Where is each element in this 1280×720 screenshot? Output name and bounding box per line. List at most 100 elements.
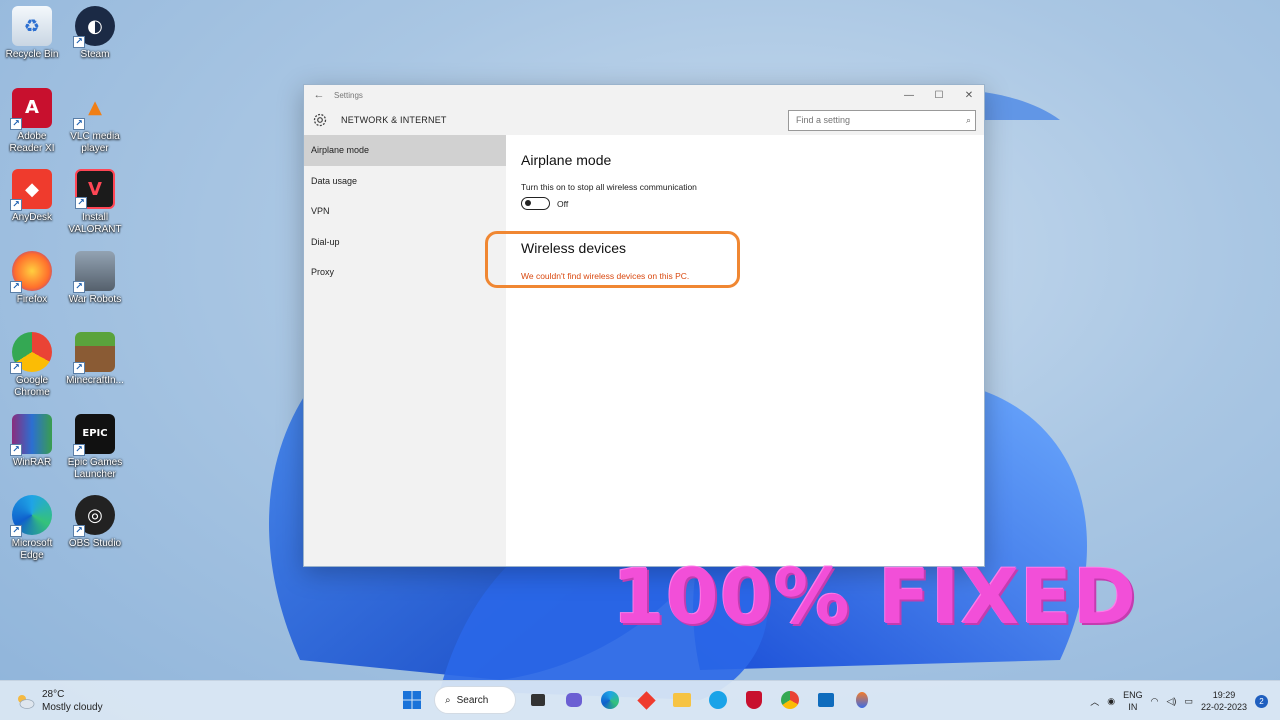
clock-date: 22-02-2023	[1200, 702, 1247, 712]
mcafee-taskbar-button[interactable]	[740, 686, 768, 714]
edge-icon	[601, 691, 619, 709]
shortcut-arrow-icon: ↗	[73, 443, 85, 456]
skype-taskbar-button[interactable]	[704, 686, 732, 714]
category-title: NETWORK & INTERNET	[341, 115, 447, 125]
shortcut-arrow-icon: ↗	[73, 36, 85, 48]
shortcut-arrow-icon: ↗	[75, 197, 87, 209]
firefox-icon: ↗	[10, 250, 52, 293]
mcafee-icon	[746, 691, 762, 709]
lang-code: ENG	[1123, 690, 1143, 700]
sidebar-item-data-usage[interactable]: Data usage	[304, 166, 506, 197]
chrome-taskbar-button[interactable]	[776, 686, 804, 714]
sidebar-item-proxy[interactable]: Proxy	[304, 257, 506, 288]
desktop-icon-edge[interactable]: ↗ Microsoft Edge	[0, 495, 64, 562]
sidebar-item-vpn[interactable]: VPN	[304, 196, 506, 227]
desktop-icon-obs[interactable]: ◎ ↗ OBS Studio	[63, 495, 127, 550]
gear-icon	[310, 110, 330, 130]
desktop-icon-valorant[interactable]: V ↗ Install VALORANT	[63, 169, 127, 236]
edge-taskbar-button[interactable]	[596, 686, 624, 714]
desktop-icon-chrome[interactable]: ↗ Google Chrome	[0, 332, 64, 399]
search-icon[interactable]: ⌕	[966, 115, 971, 126]
defender-icon[interactable]: ◉	[1107, 696, 1115, 707]
winrar-icon: ↗	[10, 413, 52, 456]
vlc-icon: ▲ ↗	[73, 88, 115, 130]
shortcut-arrow-icon: ↗	[10, 280, 22, 293]
language-indicator[interactable]: ENG IN	[1123, 689, 1143, 713]
clock[interactable]: 19:29 22-02-2023	[1201, 689, 1247, 713]
desktop-icon-label: OBS Studio	[68, 538, 122, 549]
desktop-icon-label: Install VALORANT	[68, 212, 122, 235]
weather-temp: 28°C	[42, 688, 65, 700]
desktop-icon-label: War Robots	[68, 293, 122, 305]
explorer-taskbar-button[interactable]	[668, 686, 696, 714]
weather-widget[interactable]: 28°C Mostly cloudy	[14, 688, 103, 714]
war-robots-icon: ↗	[73, 250, 115, 293]
settings-header: NETWORK & INTERNET ⌕	[304, 105, 984, 135]
cloud-sun-icon	[14, 690, 36, 712]
desktop-icon-epic-games[interactable]: EPIC ↗ Epic Games Launcher	[63, 413, 127, 481]
desktop-icon-label: Google Chrome	[14, 375, 50, 398]
find-setting-search[interactable]: ⌕	[788, 109, 976, 131]
task-view-button[interactable]	[524, 686, 552, 714]
chevron-up-icon[interactable]: ︿	[1090, 695, 1099, 708]
chat-button[interactable]	[560, 686, 588, 714]
sidebar-item-airplane-mode[interactable]: Airplane mode	[304, 135, 506, 166]
shortcut-arrow-icon: ↗	[10, 443, 22, 456]
settings-content: Airplane mode Turn this on to stop all w…	[485, 135, 984, 566]
desktop-icon-label: Recycle Bin	[5, 49, 59, 60]
taskbar-search[interactable]: ⌕ Search	[434, 686, 516, 714]
desktop-icon-label: VLC media player	[70, 130, 120, 154]
system-tray: ︿ ◉ ENG IN ◠ ◁) ▭ 19:29 22-02-2023 2	[1090, 681, 1268, 720]
desktop-icon-label: Epic Games Launcher	[67, 456, 123, 480]
notification-badge[interactable]: 2	[1255, 694, 1268, 708]
maximize-icon[interactable]: ☐	[924, 90, 954, 101]
sidebar-item-dial-up[interactable]: Dial-up	[304, 227, 506, 258]
start-button[interactable]	[398, 686, 426, 714]
obs-icon: ◎ ↗	[73, 495, 115, 537]
airplane-mode-toggle[interactable]	[521, 197, 550, 210]
wireless-error-message: We couldn't find wireless devices on thi…	[521, 271, 690, 281]
shortcut-arrow-icon: ↗	[73, 117, 85, 130]
search-icon: ⌕	[445, 694, 451, 706]
shortcut-arrow-icon: ↗	[73, 362, 85, 374]
shortcut-arrow-icon: ↗	[10, 199, 22, 211]
close-icon[interactable]: ✕	[954, 90, 984, 101]
valorant-icon: V ↗	[75, 169, 115, 209]
desktop-icon-label: Firefox	[16, 293, 48, 305]
teams-chat-icon	[566, 693, 582, 707]
paint-taskbar-button[interactable]	[848, 686, 876, 714]
paint-drop-icon	[856, 692, 868, 708]
anydesk-taskbar-button[interactable]	[632, 686, 660, 714]
weather-desc: Mostly cloudy	[42, 701, 103, 713]
wifi-icon[interactable]: ◠	[1151, 696, 1159, 707]
desktop-icon-label: WinRAR	[12, 456, 52, 468]
desktop-icon-label: Steam	[80, 49, 110, 60]
shortcut-arrow-icon: ↗	[73, 525, 85, 537]
volume-icon[interactable]: ◁)	[1167, 696, 1177, 707]
desktop-icon-anydesk[interactable]: ◆ ↗ AnyDesk	[0, 169, 64, 224]
overlay-fixed-text: 100% FIXED	[612, 552, 1138, 641]
windows-logo-icon	[403, 691, 421, 709]
desktop-icon-minecraft[interactable]: ↗ MinecraftIn...	[63, 332, 127, 387]
recycle-bin-icon: ♻	[12, 6, 52, 46]
desktop-icon-adobe-reader[interactable]: A ↗ Adobe Reader XI	[0, 87, 64, 155]
store-taskbar-button[interactable]	[812, 686, 840, 714]
back-arrow-icon[interactable]: ←	[304, 89, 334, 101]
desktop-icon-steam[interactable]: ◐ ↗ Steam	[63, 6, 127, 61]
wireless-devices-section: Wireless devices We couldn't find wirele…	[521, 240, 969, 281]
title-bar: ← Settings — ☐ ✕	[304, 85, 984, 105]
steam-icon: ◐ ↗	[73, 6, 115, 48]
minimize-icon[interactable]: —	[894, 90, 924, 101]
clock-time: 19:29	[1212, 690, 1236, 700]
battery-icon[interactable]: ▭	[1184, 696, 1193, 707]
desktop-icon-vlc[interactable]: ▲ ↗ VLC media player	[63, 88, 127, 155]
desktop-icon-winrar[interactable]: ↗ WinRAR	[0, 413, 64, 469]
desktop-icon-label: Adobe Reader XI	[9, 130, 55, 154]
anydesk-icon: ◆ ↗	[10, 169, 52, 211]
desktop-icon-firefox[interactable]: ↗ Firefox	[0, 250, 64, 306]
window-title: Settings	[334, 90, 363, 100]
desktop-icon-recycle-bin[interactable]: ♻ Recycle Bin	[0, 6, 64, 61]
desktop-icon-war-robots[interactable]: ↗ War Robots	[63, 250, 127, 306]
anydesk-icon	[636, 690, 656, 710]
search-input[interactable]	[796, 115, 966, 125]
